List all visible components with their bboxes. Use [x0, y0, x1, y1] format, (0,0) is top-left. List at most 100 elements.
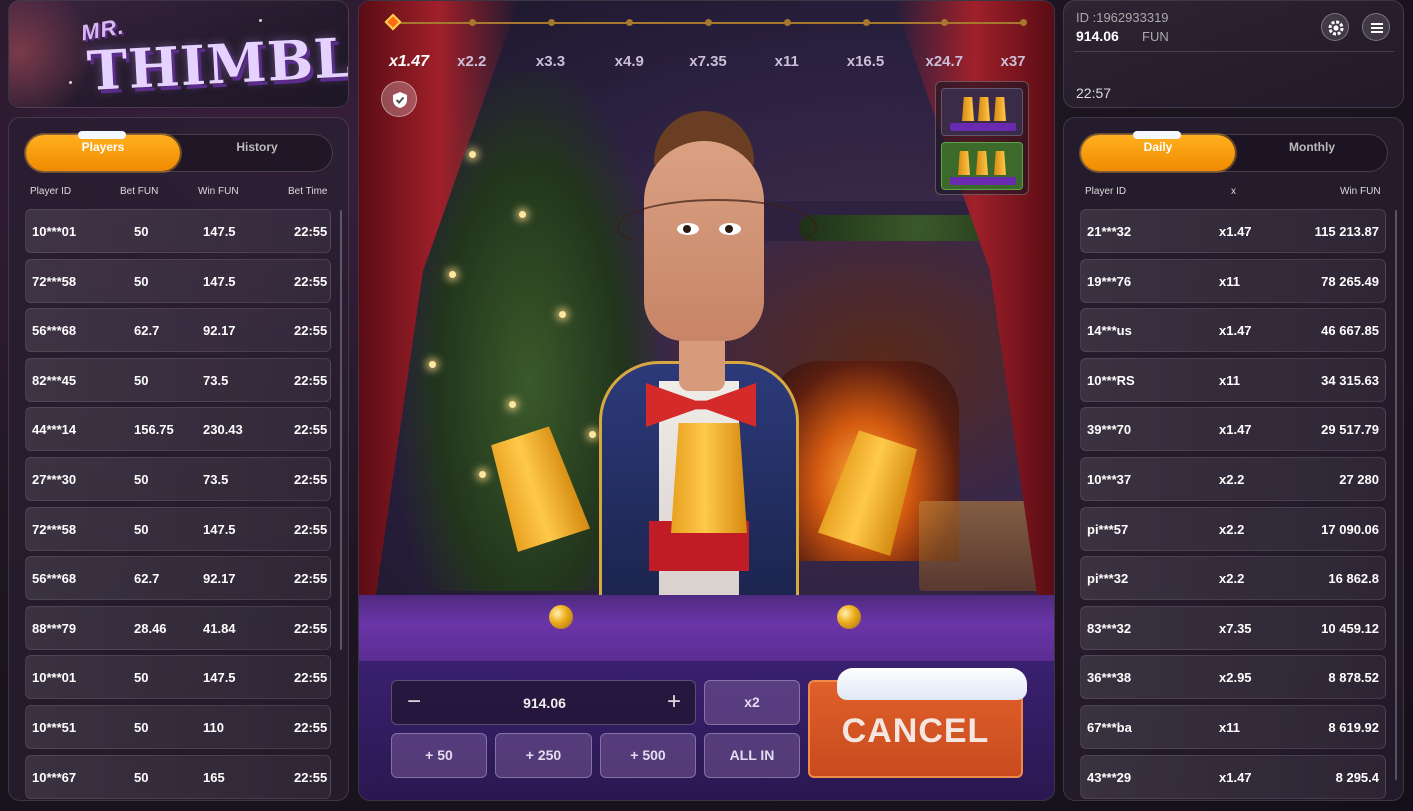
table-row[interactable]: 36***38 x2.95 8 878.52: [1080, 655, 1386, 700]
cup-mode-selector: [935, 81, 1029, 195]
stake-value[interactable]: 914.06: [392, 695, 697, 711]
table-row[interactable]: pi***32 x2.2 16 862.8: [1080, 556, 1386, 601]
bet-cell: 50: [134, 372, 149, 388]
multiplier-cell: x11: [1219, 273, 1240, 289]
mini-cup-icon: [978, 97, 990, 121]
win-cell: 41.84: [203, 620, 236, 636]
gear-icon: [1328, 20, 1344, 36]
player-id-cell: 10***RS: [1087, 372, 1135, 388]
table-row[interactable]: 83***32 x7.35 10 459.12: [1080, 605, 1386, 650]
player-id-cell: 72***58: [32, 521, 77, 537]
all-in-button[interactable]: ALL IN: [704, 733, 800, 778]
player-id-cell: 43***29: [1087, 769, 1132, 785]
stake-input[interactable]: − 914.06 +: [391, 680, 696, 725]
menu-button[interactable]: [1362, 13, 1390, 41]
bet-time-cell: 22:55: [294, 769, 328, 785]
win-cell: 73.5: [203, 472, 229, 487]
bet-time-cell: 22:55: [294, 372, 328, 388]
win-cell: 8 619.92: [1328, 720, 1379, 735]
multiplier-cell: x1.47: [1219, 323, 1252, 339]
table-row[interactable]: 44***14 156.75 230.43 22:55: [25, 407, 331, 452]
tree-light: [429, 361, 436, 368]
multiplier-cell: x2.2: [1219, 521, 1245, 537]
tree-light: [509, 401, 516, 408]
tree-light: [519, 211, 526, 218]
bet-cell: 50: [134, 224, 149, 239]
provably-fair-button[interactable]: [381, 81, 417, 117]
table-row[interactable]: 39***70 x1.47 29 517.79: [1080, 407, 1386, 452]
multiplier-cell: x1.47: [1219, 422, 1252, 438]
players-scrollbar[interactable]: [340, 210, 342, 650]
table-row[interactable]: 10***67 50 165 22:55: [25, 754, 331, 799]
column-bet-time: Bet Time: [288, 186, 328, 197]
win-cell: 165: [203, 769, 225, 785]
bet-time-cell: 22:55: [294, 273, 328, 289]
bet-time-cell: 22:55: [294, 323, 328, 339]
multiplier-cell: x1.47: [1219, 224, 1252, 239]
win-cell: 46 667.85: [1321, 323, 1379, 339]
multiplier-cell: x7.35: [1219, 620, 1252, 636]
tab-history[interactable]: History: [180, 135, 334, 171]
table-row[interactable]: 67***ba x11 8 619.92: [1080, 705, 1386, 749]
player-id-cell: 10***37: [1087, 472, 1132, 487]
table-row[interactable]: pi***57 x2.2 17 090.06: [1080, 506, 1386, 551]
quick-bet-50-button[interactable]: + 50: [391, 733, 487, 778]
table-row[interactable]: 19***76 x11 78 265.49: [1080, 258, 1386, 303]
table-row[interactable]: 10***01 50 147.5 22:55: [25, 209, 331, 253]
leaderboard-scrollbar[interactable]: [1395, 210, 1397, 780]
table-row[interactable]: 72***58 50 147.5 22:55: [25, 258, 331, 303]
win-cell: 110: [203, 720, 224, 735]
mode-option-1[interactable]: [941, 88, 1023, 136]
table-row[interactable]: 27***30 50 73.5 22:55: [25, 457, 331, 501]
bet-time-cell: 22:55: [294, 670, 328, 686]
thimble-cup-center[interactable]: [671, 423, 747, 533]
table-row[interactable]: 21***32 x1.47 115 213.87: [1080, 209, 1386, 253]
bet-time-cell: 22:55: [294, 224, 328, 239]
table-row[interactable]: 88***79 28.46 41.84 22:55: [25, 605, 331, 650]
track-step-dot: [468, 19, 476, 26]
player-id-cell: 10***67: [32, 769, 77, 785]
column-bet: Bet FUN: [120, 186, 159, 197]
settings-button[interactable]: [1321, 13, 1349, 41]
divider: [1074, 51, 1394, 52]
table-row[interactable]: 72***58 50 147.5 22:55: [25, 506, 331, 551]
quick-bet-500-button[interactable]: + 500: [600, 733, 696, 778]
multiplier-cell: x11: [1219, 372, 1240, 388]
player-id-cell: pi***57: [1087, 521, 1129, 537]
increase-stake-button[interactable]: +: [658, 687, 690, 719]
table-row[interactable]: 10***51 50 110 22:55: [25, 705, 331, 749]
table-row[interactable]: 10***37 x2.2 27 280: [1080, 457, 1386, 501]
double-stake-button[interactable]: x2: [704, 680, 800, 725]
player-id-cell: 82***45: [32, 372, 77, 388]
tab-monthly[interactable]: Monthly: [1235, 135, 1389, 171]
player-id-cell: 72***58: [32, 273, 77, 289]
bet-cell: 50: [134, 521, 149, 537]
player-id-cell: 56***68: [32, 571, 77, 587]
player-id-cell: 36***38: [1087, 670, 1132, 686]
clock-time: 22:57: [1076, 85, 1112, 101]
table-row[interactable]: 56***68 62.7 92.17 22:55: [25, 556, 331, 601]
bet-cell: 62.7: [134, 571, 160, 587]
multiplier-step-label: x37: [1000, 53, 1026, 70]
table-row[interactable]: 43***29 x1.47 8 295.4: [1080, 754, 1386, 799]
win-cell: 29 517.79: [1321, 422, 1379, 438]
quick-bet-250-button[interactable]: + 250: [495, 733, 592, 778]
mode-option-2[interactable]: [941, 142, 1023, 190]
tree-light: [479, 471, 486, 478]
player-id-cell: 21***32: [1087, 224, 1132, 239]
win-cell: 78 265.49: [1321, 273, 1379, 289]
table-row[interactable]: 56***68 62.7 92.17 22:55: [25, 308, 331, 353]
tab-players[interactable]: Players: [26, 131, 180, 171]
bet-time-cell: 22:55: [294, 472, 328, 487]
mini-cup-icon: [994, 151, 1006, 175]
players-panel: Players History Player ID Bet FUN Win FU…: [8, 117, 349, 801]
table-row[interactable]: 14***us x1.47 46 667.85: [1080, 308, 1386, 353]
table-row[interactable]: 10***01 50 147.5 22:55: [25, 655, 331, 700]
table-row[interactable]: 82***45 50 73.5 22:55: [25, 357, 331, 402]
tab-daily[interactable]: Daily: [1081, 131, 1235, 171]
bet-time-cell: 22:55: [294, 720, 328, 735]
mini-cup-icon: [994, 97, 1006, 121]
win-cell: 10 459.12: [1321, 620, 1379, 636]
table-row[interactable]: 10***RS x11 34 315.63: [1080, 357, 1386, 402]
multiplier-cell: x1.47: [1219, 769, 1252, 785]
